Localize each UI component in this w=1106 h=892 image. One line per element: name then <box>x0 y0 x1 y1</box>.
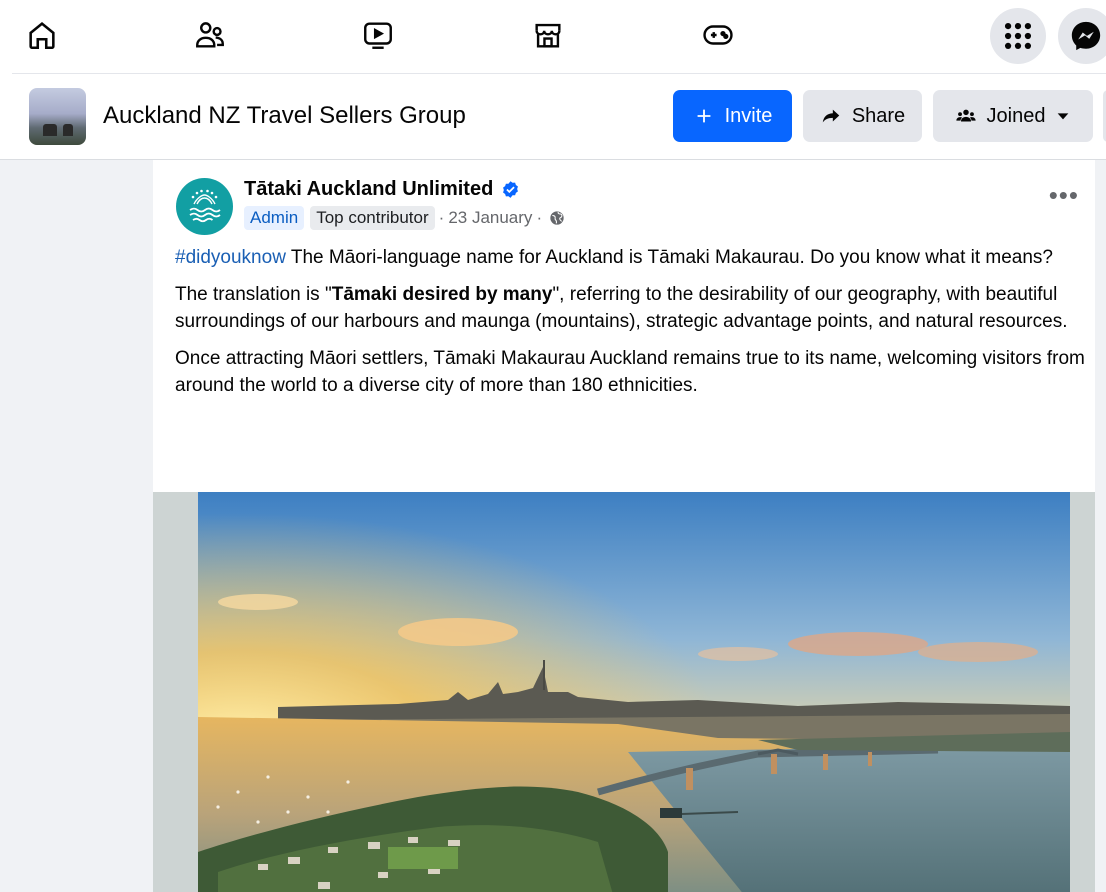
post-card: Tātaki Auckland Unlimited Admin Top cont… <box>153 160 1095 892</box>
messenger-icon[interactable] <box>1058 8 1106 64</box>
share-button[interactable]: Share <box>803 90 922 142</box>
post-paragraph: Once attracting Māori settlers, Tāmaki M… <box>175 345 1091 399</box>
post-photo-container <box>153 492 1095 892</box>
joined-button[interactable]: Joined <box>933 90 1093 142</box>
watch-icon[interactable] <box>348 12 408 58</box>
tataki-logo-icon <box>189 189 221 223</box>
invite-button[interactable]: Invite <box>673 90 792 142</box>
author-name-row: Tātaki Auckland Unlimited <box>244 178 520 201</box>
menu-grid-icon[interactable] <box>990 8 1046 64</box>
friends-icon[interactable] <box>180 12 240 58</box>
post-meta: Admin Top contributor · 23 January · <box>244 206 565 230</box>
admin-badge: Admin <box>244 206 305 230</box>
group-title[interactable]: Auckland NZ Travel Sellers Group <box>103 102 466 130</box>
caret-down-icon <box>1058 113 1069 120</box>
joined-label: Joined <box>986 104 1046 127</box>
group-members-icon <box>955 109 976 122</box>
post-date[interactable]: 23 January <box>448 208 532 228</box>
invite-label: Invite <box>724 104 773 127</box>
meta-separator: · <box>438 208 445 227</box>
paragraph-text: Once attracting Māori settlers, Tāmaki M… <box>175 348 1085 396</box>
thumbnail-figure <box>63 124 73 136</box>
plus-icon <box>697 109 711 123</box>
author-name[interactable]: Tātaki Auckland Unlimited <box>244 178 493 201</box>
auckland-harbour-photo <box>198 492 1070 892</box>
post-paragraph: #didyouknow The Māori-language name for … <box>175 244 1091 271</box>
gaming-icon[interactable] <box>688 12 748 58</box>
top-contributor-badge[interactable]: Top contributor <box>310 206 435 230</box>
verified-badge-icon <box>503 181 519 198</box>
author-avatar[interactable] <box>176 178 233 235</box>
share-label: Share <box>851 104 906 127</box>
post-photo[interactable] <box>198 492 1070 892</box>
meta-separator: · <box>536 208 543 227</box>
post-options-button[interactable]: ••• <box>1049 182 1079 208</box>
post-body: #didyouknow The Māori-language name for … <box>175 244 1091 409</box>
group-header: Auckland NZ Travel Sellers Group Invite … <box>0 74 1106 160</box>
home-icon[interactable] <box>12 12 72 58</box>
marketplace-icon[interactable] <box>518 12 578 58</box>
paragraph-text: The translation is " <box>175 284 332 305</box>
paragraph-text: The Māori-language name for Auckland is … <box>285 247 1054 268</box>
post-paragraph: The translation is "Tāmaki desired by ma… <box>175 281 1091 335</box>
top-navigation <box>0 0 1106 74</box>
group-cover-thumbnail[interactable] <box>29 88 86 145</box>
bold-phrase: Tāmaki desired by many <box>331 284 553 305</box>
globe-icon <box>550 211 564 225</box>
thumbnail-figure <box>43 124 57 136</box>
hashtag-link[interactable]: #didyouknow <box>175 247 286 268</box>
share-arrow-icon <box>822 109 840 123</box>
